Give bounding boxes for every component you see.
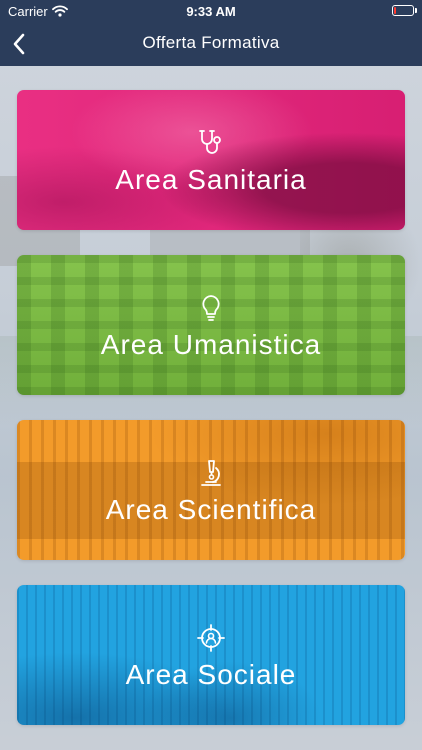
card-photo [17,255,405,395]
battery-level [394,7,396,14]
status-bar: Carrier 9:33 AM [0,0,422,22]
target-user-icon [197,624,225,652]
page-title: Offerta Formativa [142,33,280,52]
back-button[interactable] [4,28,34,60]
area-card-sociale[interactable]: Area Sociale [17,585,405,725]
card-photo [17,90,405,230]
lightbulb-icon [202,295,220,321]
card-photo [17,585,405,725]
chevron-left-icon [13,33,25,55]
area-label: Area Sanitaria [115,164,307,195]
area-label: Area Scientifica [105,494,317,525]
microscope-icon [201,460,221,486]
battery-low-icon [392,5,417,16]
area-label: Area Umanistica [100,329,322,360]
area-card-sanitaria[interactable]: Area Sanitaria [17,90,405,230]
header: Carrier 9:33 AM Offerta Formativa [0,0,422,66]
clock: 9:33 AM [186,4,236,19]
area-card-scientifica[interactable]: Area Scientifica [17,420,405,560]
stethoscope-icon [199,130,221,154]
card-photo [17,420,405,560]
navigation-bar: Offerta Formativa [0,22,422,66]
area-label: Area Sociale [125,659,297,690]
area-card-umanistica[interactable]: Area Umanistica [17,255,405,395]
